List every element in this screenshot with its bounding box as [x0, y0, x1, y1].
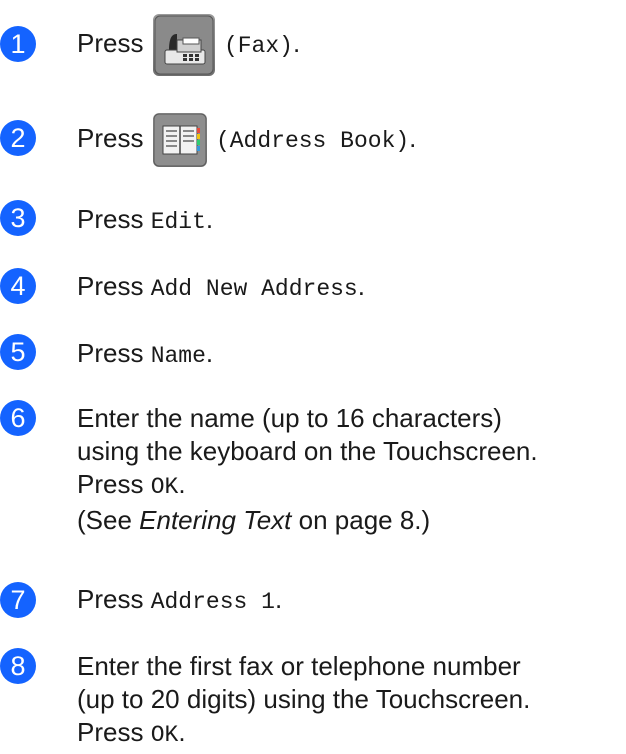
- period: .: [409, 123, 417, 153]
- step-text-7: Press Address 1.: [77, 583, 282, 619]
- fax-icon: [152, 14, 215, 77]
- period: .: [205, 338, 214, 368]
- step-number-5: 5: [0, 334, 36, 370]
- reference-open: (See: [77, 505, 132, 535]
- press-label: Press: [77, 469, 144, 499]
- period: .: [178, 717, 186, 747]
- step-6-line-2: using the keyboard on the Touchscreen.: [77, 436, 538, 466]
- period: .: [357, 271, 365, 301]
- period: .: [292, 28, 301, 58]
- step-text-5: Press Name.: [77, 337, 213, 373]
- period: .: [178, 469, 186, 499]
- step-number-2: 2: [0, 120, 36, 156]
- step-number-3: 3: [0, 200, 36, 236]
- step-text-3: Press Edit.: [77, 203, 213, 239]
- press-label: Press: [77, 584, 144, 614]
- step-6-line-3: Press OK.: [77, 468, 538, 504]
- step-8-line-1: Enter the first fax or telephone number: [77, 651, 521, 681]
- step-number-6: 6: [0, 400, 36, 436]
- button-name: Name: [150, 343, 206, 369]
- address-book-icon: [152, 113, 207, 168]
- step-8-line-3: Press OK.: [77, 716, 530, 752]
- press-label: Press: [77, 123, 144, 153]
- button-name: Address 1: [150, 589, 275, 615]
- period: .: [205, 204, 214, 234]
- button-name: (Address Book): [215, 128, 410, 154]
- reference-close: on page 8.): [298, 505, 431, 535]
- step-number-4: 4: [0, 268, 36, 304]
- step-number-1: 1: [0, 26, 36, 62]
- step-6-line-1: Enter the name (up to 16 characters): [77, 403, 502, 433]
- press-label: Press: [77, 204, 144, 234]
- step-text-2: Press (Address Book).: [77, 110, 416, 169]
- press-label: Press: [77, 271, 144, 301]
- step-text-4: Press Add New Address.: [77, 270, 365, 306]
- press-label: Press: [77, 28, 144, 58]
- press-label: Press: [77, 717, 144, 747]
- step-number-7: 7: [0, 582, 36, 618]
- reference-title: Entering Text: [139, 505, 292, 535]
- step-text-1: Press (Fax).: [77, 12, 300, 77]
- button-name: OK: [150, 474, 179, 500]
- button-name: OK: [150, 722, 179, 748]
- step-8-line-2: (up to 20 digits) using the Touchscreen.: [77, 684, 531, 714]
- button-name: Add New Address: [150, 276, 358, 302]
- button-name: (Fax): [223, 33, 293, 59]
- period: .: [274, 584, 283, 614]
- button-name: Edit: [150, 209, 206, 235]
- step-number-8: 8: [0, 648, 36, 684]
- step-text-6: Enter the name (up to 16 characters) usi…: [77, 402, 538, 537]
- step-text-8: Enter the first fax or telephone number …: [77, 650, 530, 752]
- step-6-reference: (See Entering Text on page 8.): [77, 504, 538, 537]
- press-label: Press: [77, 338, 144, 368]
